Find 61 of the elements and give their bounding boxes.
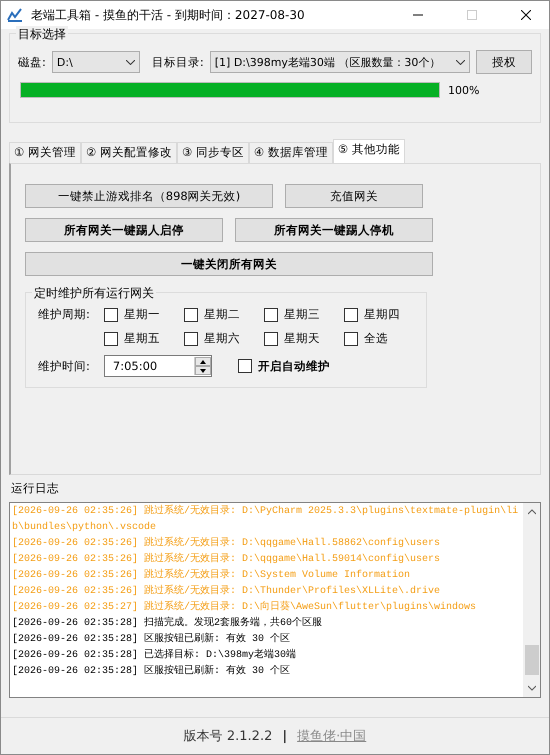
checkbox-label: 星期四 — [364, 307, 400, 322]
tab[interactable]: ③ 同步专区 — [176, 142, 249, 163]
log-line: [2026-09-26 02:35:26] 跳过系统/无效目录: D:\System Volume Information — [12, 568, 412, 583]
checkbox[interactable] — [184, 308, 198, 322]
app-logo-icon — [7, 8, 23, 22]
tab[interactable]: ④ 数据库管理 — [248, 142, 333, 163]
log-title: 运行日志 — [11, 481, 60, 496]
action-button[interactable]: 所有网关一键踢人启停 — [25, 218, 223, 242]
separator-text: | — [282, 728, 288, 744]
scroll-up-icon[interactable] — [528, 509, 536, 515]
tab[interactable]: ⑤ 其他功能 — [332, 139, 405, 163]
progress-reading: 100% — [448, 84, 480, 96]
checkbox[interactable] — [184, 332, 198, 346]
checkbox[interactable] — [264, 332, 278, 346]
checkbox[interactable] — [344, 308, 358, 322]
checkbox-label: 星期五 — [124, 331, 160, 346]
period-label: 维护周期: — [38, 307, 90, 322]
log-line: [2026-09-26 02:35:28] 已选择目标: D:\398my老端30端 — [12, 648, 298, 663]
checkbox[interactable] — [238, 359, 252, 373]
disk-dropdown[interactable]: D:\ — [52, 51, 140, 73]
log-line: [2026-09-26 02:35:28] 区服按钮已刷新: 有效 30 个区 — [12, 664, 292, 679]
scrollbar-thumb[interactable] — [524, 645, 538, 675]
checkbox-label: 星期一 — [124, 307, 160, 322]
checkbox-label: 星期天 — [284, 331, 320, 346]
checkbox[interactable] — [104, 308, 118, 322]
checkbox[interactable] — [264, 308, 278, 322]
log-line: [2026-09-26 02:35:26] 跳过系统/无效目录: D:\qqgame\Hall.59014\config\users — [12, 552, 442, 567]
log-line: [2026-09-26 02:35:26] 跳过系统/无效目录: D:\Thunder\Profiles\XLLite\.drive — [12, 584, 442, 599]
log-line: [2026-09-26 02:35:26] 跳过系统/无效目录: D:\PyCharm 2025.3.3\plugins\textmate-plugin\lib\bundles\python\.vscode — [12, 504, 520, 535]
checkbox[interactable] — [344, 332, 358, 346]
checkbox[interactable] — [104, 332, 118, 346]
version-text: 版本号 2.1.2.2 — [184, 728, 272, 745]
checkbox-label: 全选 — [364, 331, 388, 346]
scroll-down-icon[interactable] — [528, 685, 536, 691]
authorize-button[interactable]: 授权 — [476, 50, 532, 74]
caret-icon — [126, 60, 135, 64]
log-line: [2026-09-26 02:35:26] 跳过系统/无效目录: D:\qqgame\Hall.58862\config\users — [12, 536, 442, 551]
caret-icon — [456, 60, 465, 64]
window-title: 老端工具箱 - 摸鱼的干活 - 到期时间：2027-08-30 — [31, 6, 306, 24]
log-line: [2026-09-26 02:35:27] 跳过系统/无效目录: D:\向日葵\AweSun\flutter\plugins\windows — [12, 600, 478, 615]
action-button[interactable]: 一键禁止游戏排名（898网关无效) — [25, 184, 273, 208]
log-line: [2026-09-26 02:35:28] 区服按钮已刷新: 有效 30 个区 — [12, 632, 292, 647]
directory-label: 目标目录: — [152, 54, 204, 70]
tab[interactable]: ② 网关配置修改 — [80, 142, 177, 163]
time-spinner[interactable]: 7:05:00 — [104, 355, 212, 377]
disk-label: 磁盘: — [18, 54, 46, 70]
action-button[interactable]: 充值网关 — [285, 184, 423, 208]
checkbox-label: 星期六 — [204, 331, 240, 346]
action-button[interactable]: 所有网关一键踢人停机 — [235, 218, 433, 242]
maximize-icon — [467, 10, 477, 20]
log-line: [2026-09-26 02:35:28] 扫描完成。发现2套服务端，共60个区服 — [12, 616, 324, 631]
checkbox-label: 星期二 — [204, 307, 240, 322]
time-label: 维护时间: — [38, 358, 90, 374]
group-title: 目标选择 — [16, 26, 68, 43]
checkbox-label: 星期三 — [284, 307, 320, 322]
group-title: 定时维护所有运行网关 — [32, 285, 156, 302]
checkbox-label: 开启自动维护 — [258, 358, 330, 374]
close-icon[interactable] — [521, 10, 531, 20]
tab[interactable]: ① 网关管理 — [9, 142, 81, 163]
directory-dropdown[interactable]: [1] D:\398my老端30端 （区服数量：30个） — [210, 51, 470, 73]
action-button[interactable]: 一键关闭所有网关 — [25, 252, 433, 276]
